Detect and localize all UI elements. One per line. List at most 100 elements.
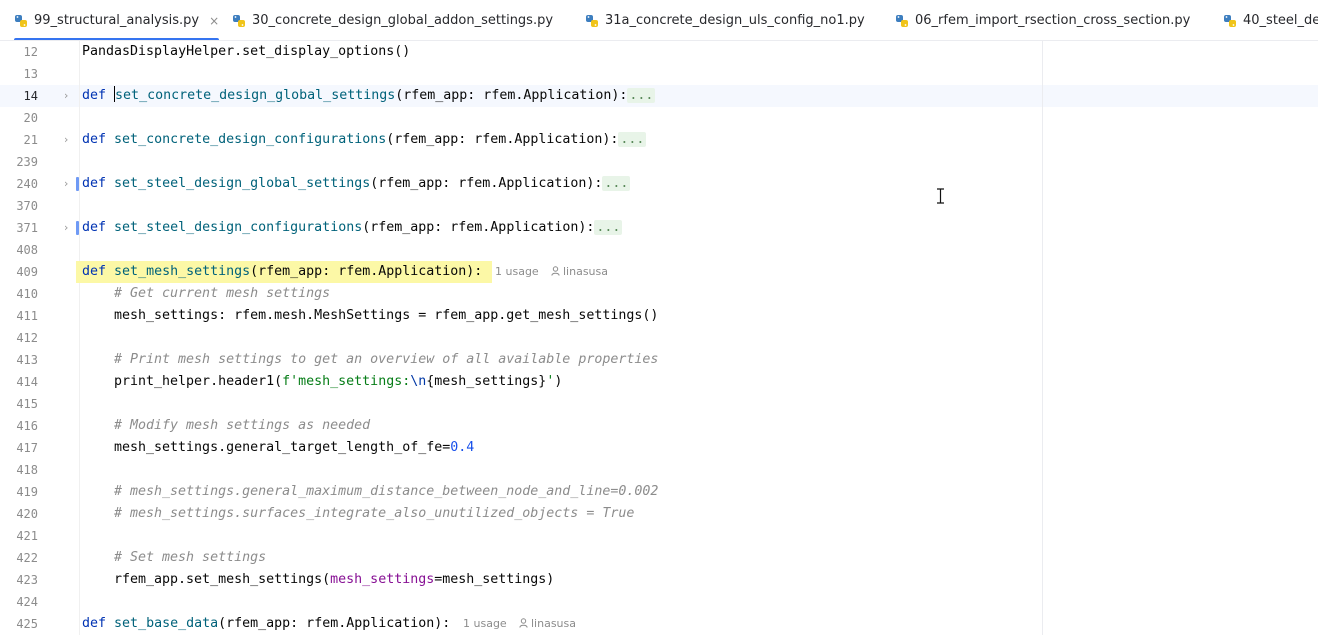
keyword-argument: mesh_settings — [330, 572, 434, 587]
code-text[interactable]: rfem_app.set_mesh_settings(mesh_settings… — [114, 569, 554, 591]
call-suffix: ) — [554, 374, 562, 389]
folded-region[interactable]: ... — [627, 88, 655, 103]
tab-label: 31a_concrete_design_uls_config_no1.py — [605, 13, 865, 28]
code-comment[interactable]: # Modify mesh settings as needed — [114, 415, 370, 437]
function-definition[interactable]: def set_mesh_settings(rfem_app: rfem.App… — [76, 261, 492, 283]
line-number: 409 — [0, 261, 38, 283]
code-line[interactable]: 370 — [0, 195, 1318, 217]
function-name: set_mesh_settings — [114, 264, 250, 279]
code-line[interactable]: 12 PandasDisplayHelper.set_display_optio… — [0, 41, 1318, 63]
function-name: set_concrete_design_configurations — [114, 132, 386, 147]
code-comment[interactable]: # Get current mesh settings — [114, 283, 330, 305]
line-number: 413 — [0, 349, 38, 371]
chevron-right-icon[interactable]: › — [60, 129, 72, 151]
code-editor[interactable]: 12 PandasDisplayHelper.set_display_optio… — [0, 41, 1318, 635]
folded-region[interactable]: ... — [618, 132, 646, 147]
code-line[interactable]: 420 # mesh_settings.surfaces_integrate_a… — [0, 503, 1318, 525]
function-definition[interactable]: def set_steel_design_global_settings(rfe… — [82, 173, 630, 195]
code-line[interactable]: 418 — [0, 459, 1318, 481]
python-icon — [895, 14, 909, 28]
python-icon — [232, 14, 246, 28]
code-line[interactable]: 424 — [0, 591, 1318, 613]
function-signature: (rfem_app: rfem.Application): — [386, 132, 618, 147]
code-line[interactable]: 415 — [0, 393, 1318, 415]
code-line[interactable]: 421 — [0, 525, 1318, 547]
function-name: set_steel_design_global_settings — [114, 176, 370, 191]
line-number: 415 — [0, 393, 38, 415]
usages-inlay[interactable]: 1 usage — [463, 613, 507, 635]
keyword-def: def — [82, 220, 106, 235]
tab-99-structural-analysis[interactable]: 99_structural_analysis.py × — [14, 0, 219, 41]
code-line[interactable]: 13 — [0, 63, 1318, 85]
code-text[interactable]: mesh_settings: rfem.mesh.MeshSettings = … — [114, 305, 658, 327]
function-signature: (rfem_app: rfem.Application): — [370, 176, 602, 191]
code-line[interactable]: 412 — [0, 327, 1318, 349]
code-line[interactable]: 20 — [0, 107, 1318, 129]
function-name: set_concrete_design_global_settings — [115, 88, 395, 103]
author-inlay[interactable]: linasusa — [551, 261, 608, 283]
f-string-expression: {mesh_settings} — [426, 374, 546, 389]
function-definition[interactable]: def set_base_data(rfem_app: rfem.Applica… — [82, 613, 450, 635]
call-prefix: print_helper.header1( — [114, 374, 282, 389]
chevron-right-icon[interactable]: › — [60, 217, 72, 239]
code-line[interactable]: 417 mesh_settings.general_target_length_… — [0, 437, 1318, 459]
code-line[interactable]: 14 › def set_concrete_design_global_sett… — [0, 85, 1318, 107]
code-line[interactable]: 409 def set_mesh_settings(rfem_app: rfem… — [0, 261, 1318, 283]
code-line[interactable]: 419 # mesh_settings.general_maximum_dist… — [0, 481, 1318, 503]
tab-40-steel-design[interactable]: 40_steel_de — [1223, 0, 1318, 41]
line-number: 240 — [0, 173, 38, 195]
code-line[interactable]: 408 — [0, 239, 1318, 261]
author-inlay[interactable]: linasusa — [519, 613, 576, 635]
code-text[interactable]: print_helper.header1(f'mesh_settings:\n{… — [114, 371, 562, 393]
code-line[interactable]: 371 › def set_steel_design_configuration… — [0, 217, 1318, 239]
code-comment[interactable]: # Set mesh settings — [114, 547, 266, 569]
line-number: 416 — [0, 415, 38, 437]
line-number: 421 — [0, 525, 38, 547]
function-definition[interactable]: def set_concrete_design_global_settings(… — [82, 85, 655, 107]
code-comment[interactable]: # mesh_settings.general_maximum_distance… — [114, 481, 658, 503]
line-number: 419 — [0, 481, 38, 503]
code-line[interactable]: 414 print_helper.header1(f'mesh_settings… — [0, 371, 1318, 393]
code-line[interactable]: 240 › def set_steel_design_global_settin… — [0, 173, 1318, 195]
code-line[interactable]: 422 # Set mesh settings — [0, 547, 1318, 569]
call-prefix: rfem_app.set_mesh_settings( — [114, 572, 330, 587]
vcs-change-marker[interactable] — [76, 221, 79, 235]
tab-30-concrete-design-global-addon-settings[interactable]: 30_concrete_design_global_addon_settings… — [232, 0, 553, 41]
function-definition[interactable]: def set_concrete_design_configurations(r… — [82, 129, 646, 151]
tab-label: 30_concrete_design_global_addon_settings… — [252, 13, 553, 28]
code-line[interactable]: 411 mesh_settings: rfem.mesh.MeshSetting… — [0, 305, 1318, 327]
code-line[interactable]: 413 # Print mesh settings to get an over… — [0, 349, 1318, 371]
line-number: 370 — [0, 195, 38, 217]
folded-region[interactable]: ... — [602, 176, 630, 191]
function-definition[interactable]: def set_steel_design_configurations(rfem… — [82, 217, 622, 239]
keyword-def: def — [82, 264, 106, 279]
number-literal: 0.4 — [450, 440, 474, 455]
line-number: 408 — [0, 239, 38, 261]
chevron-right-icon[interactable]: › — [60, 173, 72, 195]
usages-inlay[interactable]: 1 usage — [495, 261, 539, 283]
line-number: 410 — [0, 283, 38, 305]
code-line[interactable]: 416 # Modify mesh settings as needed — [0, 415, 1318, 437]
vcs-change-marker[interactable] — [76, 177, 79, 191]
keyword-def: def — [82, 88, 106, 103]
code-line[interactable]: 239 — [0, 151, 1318, 173]
line-number: 371 — [0, 217, 38, 239]
code-text[interactable]: mesh_settings.general_target_length_of_f… — [114, 437, 474, 459]
line-number: 13 — [0, 63, 38, 85]
tab-06-rfem-import-rsection-cross-section[interactable]: 06_rfem_import_rsection_cross_section.py — [895, 0, 1190, 41]
line-number: 418 — [0, 459, 38, 481]
code-line[interactable]: 21 › def set_concrete_design_configurati… — [0, 129, 1318, 151]
code-comment[interactable]: # mesh_settings.surfaces_integrate_also_… — [114, 503, 634, 525]
line-number: 423 — [0, 569, 38, 591]
code-comment[interactable]: # Print mesh settings to get an overview… — [114, 349, 658, 371]
tab-31a-concrete-design-uls-config-no1[interactable]: 31a_concrete_design_uls_config_no1.py — [585, 0, 865, 41]
code-line[interactable]: 425 def set_base_data(rfem_app: rfem.App… — [0, 613, 1318, 635]
code-line[interactable]: 410 # Get current mesh settings — [0, 283, 1318, 305]
code-text[interactable]: PandasDisplayHelper.set_display_options(… — [82, 41, 410, 63]
line-number: 21 — [0, 129, 38, 151]
folded-region[interactable]: ... — [594, 220, 622, 235]
function-name: set_base_data — [114, 616, 218, 631]
chevron-right-icon[interactable]: › — [60, 85, 72, 107]
close-icon[interactable]: × — [209, 14, 219, 28]
code-line[interactable]: 423 rfem_app.set_mesh_settings(mesh_sett… — [0, 569, 1318, 591]
